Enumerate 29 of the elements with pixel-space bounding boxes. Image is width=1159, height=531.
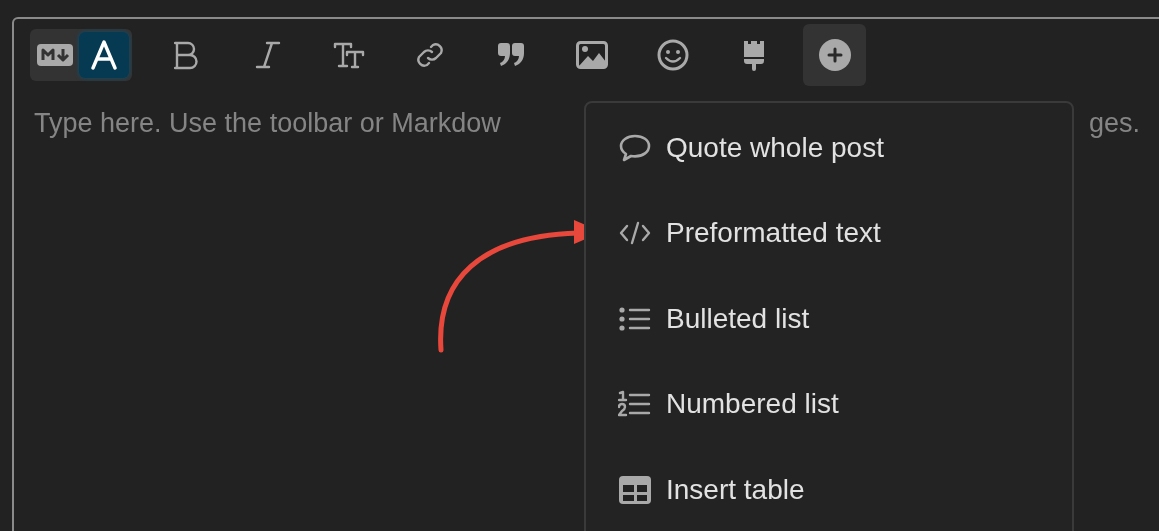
paintbrush-icon bbox=[741, 39, 766, 71]
speech-bubble-icon bbox=[618, 132, 652, 163]
menu-item[interactable]: Insert table bbox=[586, 447, 1072, 531]
table-icon bbox=[618, 474, 652, 505]
add-icon bbox=[818, 39, 851, 71]
menu-item-label: Numbered list bbox=[666, 387, 839, 422]
menu-item[interactable]: Preformatted text bbox=[586, 190, 1072, 276]
text-size-icon bbox=[332, 40, 365, 70]
menu-item-label: Bulleted list bbox=[666, 301, 810, 336]
code-icon bbox=[618, 220, 652, 247]
image-icon bbox=[575, 41, 608, 69]
smiley-icon bbox=[656, 39, 689, 71]
numbered-list-icon bbox=[618, 390, 652, 419]
menu-item[interactable]: Numbered list bbox=[586, 361, 1072, 447]
rich-text-mode-button[interactable] bbox=[79, 32, 129, 78]
rich-text-icon bbox=[90, 40, 118, 70]
bold-icon bbox=[173, 40, 200, 70]
italic-icon bbox=[254, 40, 281, 70]
quote-icon bbox=[495, 42, 526, 68]
placeholder-text: ges. bbox=[1089, 107, 1141, 140]
menu-item-label: Quote whole post bbox=[666, 130, 884, 165]
more-options-button[interactable] bbox=[803, 24, 866, 86]
menu-item-label: Preformatted text bbox=[666, 216, 881, 251]
menu-item[interactable]: Quote whole post bbox=[586, 105, 1072, 191]
markdown-icon bbox=[37, 44, 73, 66]
menu-item-label: Insert table bbox=[666, 472, 805, 507]
menu-item[interactable]: Bulleted list bbox=[586, 276, 1072, 362]
bulleted-list-icon bbox=[618, 305, 652, 332]
placeholder-text: Type here. Use the toolbar or Markdow bbox=[34, 107, 501, 140]
